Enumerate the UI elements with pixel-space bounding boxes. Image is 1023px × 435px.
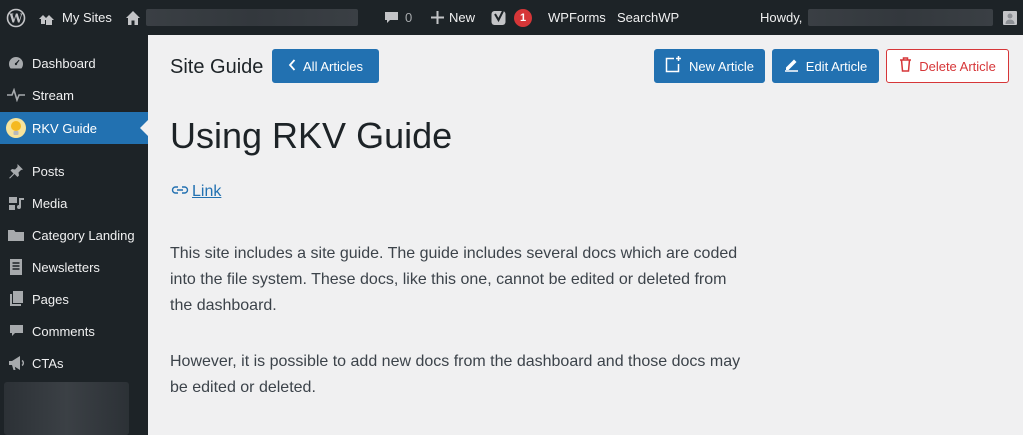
- comment-bubble-icon: [384, 11, 399, 25]
- new-article-label: New Article: [688, 58, 755, 74]
- site-guide-title: Site Guide: [170, 56, 264, 78]
- document-icon: [0, 259, 32, 275]
- avatar[interactable]: [1003, 11, 1017, 25]
- all-articles-button[interactable]: All Articles: [272, 49, 379, 83]
- pencil-icon: [784, 57, 799, 75]
- site-home-menu[interactable]: [125, 0, 141, 35]
- sidebar-item-rkv-guide[interactable]: RKV Guide: [0, 112, 148, 144]
- dashboard-icon: [0, 55, 32, 71]
- sidebar-item-label: Stream: [32, 87, 74, 103]
- yoast-seo-menu[interactable]: 1: [491, 0, 532, 35]
- home-icon: [125, 10, 141, 26]
- page-title: Using RKV Guide: [170, 115, 453, 156]
- new-article-button[interactable]: New Article: [654, 49, 765, 83]
- sidebar-item-label: CTAs: [32, 355, 64, 371]
- wpforms-label: WPForms: [548, 10, 606, 25]
- admin-bar: W My Sites 0 New 1 WPForms SearchWP Howd…: [0, 0, 1023, 35]
- megaphone-icon: [0, 355, 32, 371]
- all-articles-label: All Articles: [303, 58, 363, 74]
- edit-article-button[interactable]: Edit Article: [772, 49, 879, 83]
- edit-article-label: Edit Article: [805, 58, 868, 74]
- sidebar-item-media[interactable]: Media: [0, 187, 148, 219]
- sidebar-item-label: Newsletters: [32, 259, 100, 275]
- media-icon: [0, 195, 32, 211]
- account-menu[interactable]: Howdy,: [760, 0, 802, 35]
- plus-icon: [431, 11, 444, 24]
- searchwp-menu[interactable]: SearchWP: [617, 0, 679, 35]
- yoast-notification-badge: 1: [514, 8, 532, 27]
- comment-icon: [0, 324, 32, 338]
- my-sites-menu[interactable]: My Sites: [38, 0, 112, 35]
- yoast-icon: [491, 10, 509, 26]
- sidebar-item-ctas[interactable]: CTAs: [0, 347, 148, 379]
- wordpress-logo-icon[interactable]: W: [6, 0, 26, 35]
- svg-text:W: W: [8, 11, 23, 25]
- username-redacted: [808, 9, 993, 26]
- searchwp-label: SearchWP: [617, 10, 680, 25]
- article-link-label: Link: [192, 183, 222, 200]
- main-content: Site Guide All Articles New Article Edit…: [148, 35, 1023, 435]
- pin-icon: [0, 163, 32, 179]
- howdy-label: Howdy,: [760, 10, 803, 25]
- sidebar-item-pages[interactable]: Pages: [0, 283, 148, 315]
- sidebar-redacted-items: [4, 382, 129, 435]
- sidebar-item-posts[interactable]: Posts: [0, 155, 148, 187]
- pages-icon: [0, 291, 32, 307]
- sidebar-item-category-landing[interactable]: Category Landing: [0, 219, 148, 251]
- article-link[interactable]: Link: [171, 183, 221, 201]
- sidebar-item-comments[interactable]: Comments: [0, 315, 148, 347]
- sidebar-item-label: Pages: [32, 291, 69, 307]
- comments-menu[interactable]: 0: [384, 0, 412, 35]
- admin-sidebar: Dashboard Stream RKV Guide Posts Media C…: [0, 35, 148, 435]
- sidebar-item-label: Media: [32, 195, 68, 211]
- sidebar-item-stream[interactable]: Stream: [0, 79, 148, 111]
- sidebar-item-label: Category Landing: [32, 227, 135, 243]
- my-sites-label: My Sites: [62, 10, 112, 25]
- chevron-left-icon: [288, 58, 296, 74]
- link-icon: [171, 183, 189, 201]
- sidebar-item-label: Posts: [32, 163, 65, 179]
- lightbulb-icon: [0, 117, 32, 139]
- wpforms-menu[interactable]: WPForms: [548, 0, 606, 35]
- new-document-icon: [665, 56, 682, 76]
- stream-icon: [0, 88, 32, 102]
- my-sites-icon: [38, 10, 56, 26]
- new-content-menu[interactable]: New: [431, 0, 475, 35]
- delete-article-button[interactable]: Delete Article: [886, 49, 1009, 83]
- trash-icon: [899, 57, 912, 75]
- delete-article-label: Delete Article: [919, 58, 996, 74]
- sidebar-item-label: RKV Guide: [32, 120, 98, 136]
- new-label: New: [449, 10, 476, 25]
- comments-count: 0: [405, 10, 413, 25]
- sidebar-item-dashboard[interactable]: Dashboard: [0, 47, 148, 79]
- sidebar-item-label: Dashboard: [32, 55, 96, 71]
- sidebar-item-label: Comments: [32, 323, 95, 339]
- article-paragraph: However, it is possible to add new docs …: [170, 353, 741, 396]
- folder-icon: [0, 228, 32, 242]
- sidebar-item-newsletters[interactable]: Newsletters: [0, 251, 148, 283]
- site-name-redacted: [146, 9, 358, 26]
- article-paragraph: This site includes a site guide. The gui…: [170, 245, 738, 314]
